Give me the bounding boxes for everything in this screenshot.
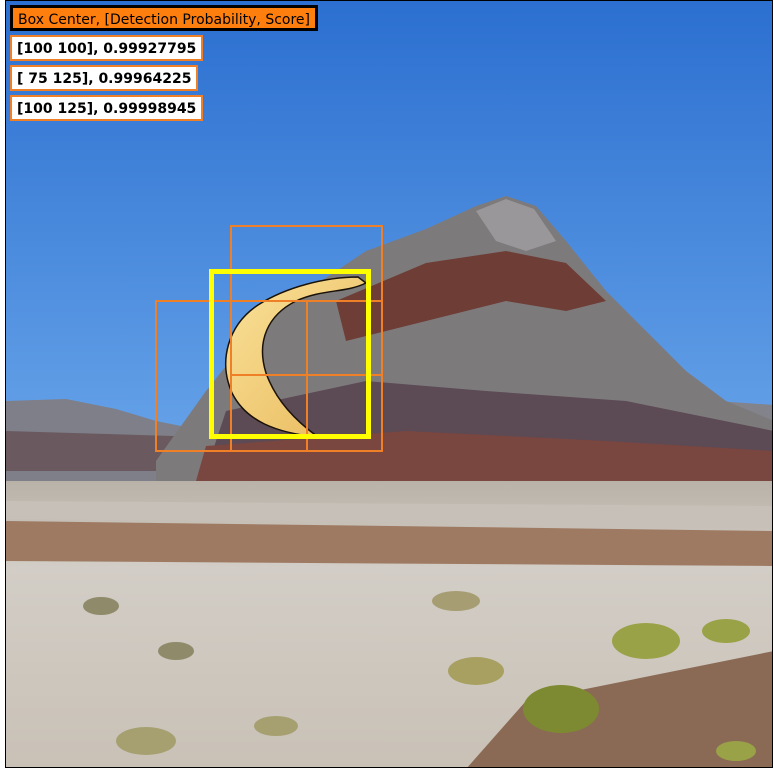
shrub	[523, 685, 599, 733]
shrub	[158, 642, 194, 660]
shrub	[716, 741, 756, 761]
shrub	[612, 623, 680, 659]
shrub	[702, 619, 750, 643]
legend-row: [100 100], 0.99927795	[10, 35, 204, 61]
shrub	[432, 591, 480, 611]
legend-row: [ 75 125], 0.99964225	[10, 65, 199, 91]
shrub	[448, 657, 504, 685]
highlight-box	[209, 269, 371, 439]
shrub	[254, 716, 298, 736]
legend-row: [100 125], 0.99998945	[10, 95, 204, 121]
shrub	[83, 597, 119, 615]
shrub	[116, 727, 176, 755]
legend-header: Box Center, [Detection Probability, Scor…	[10, 5, 318, 31]
